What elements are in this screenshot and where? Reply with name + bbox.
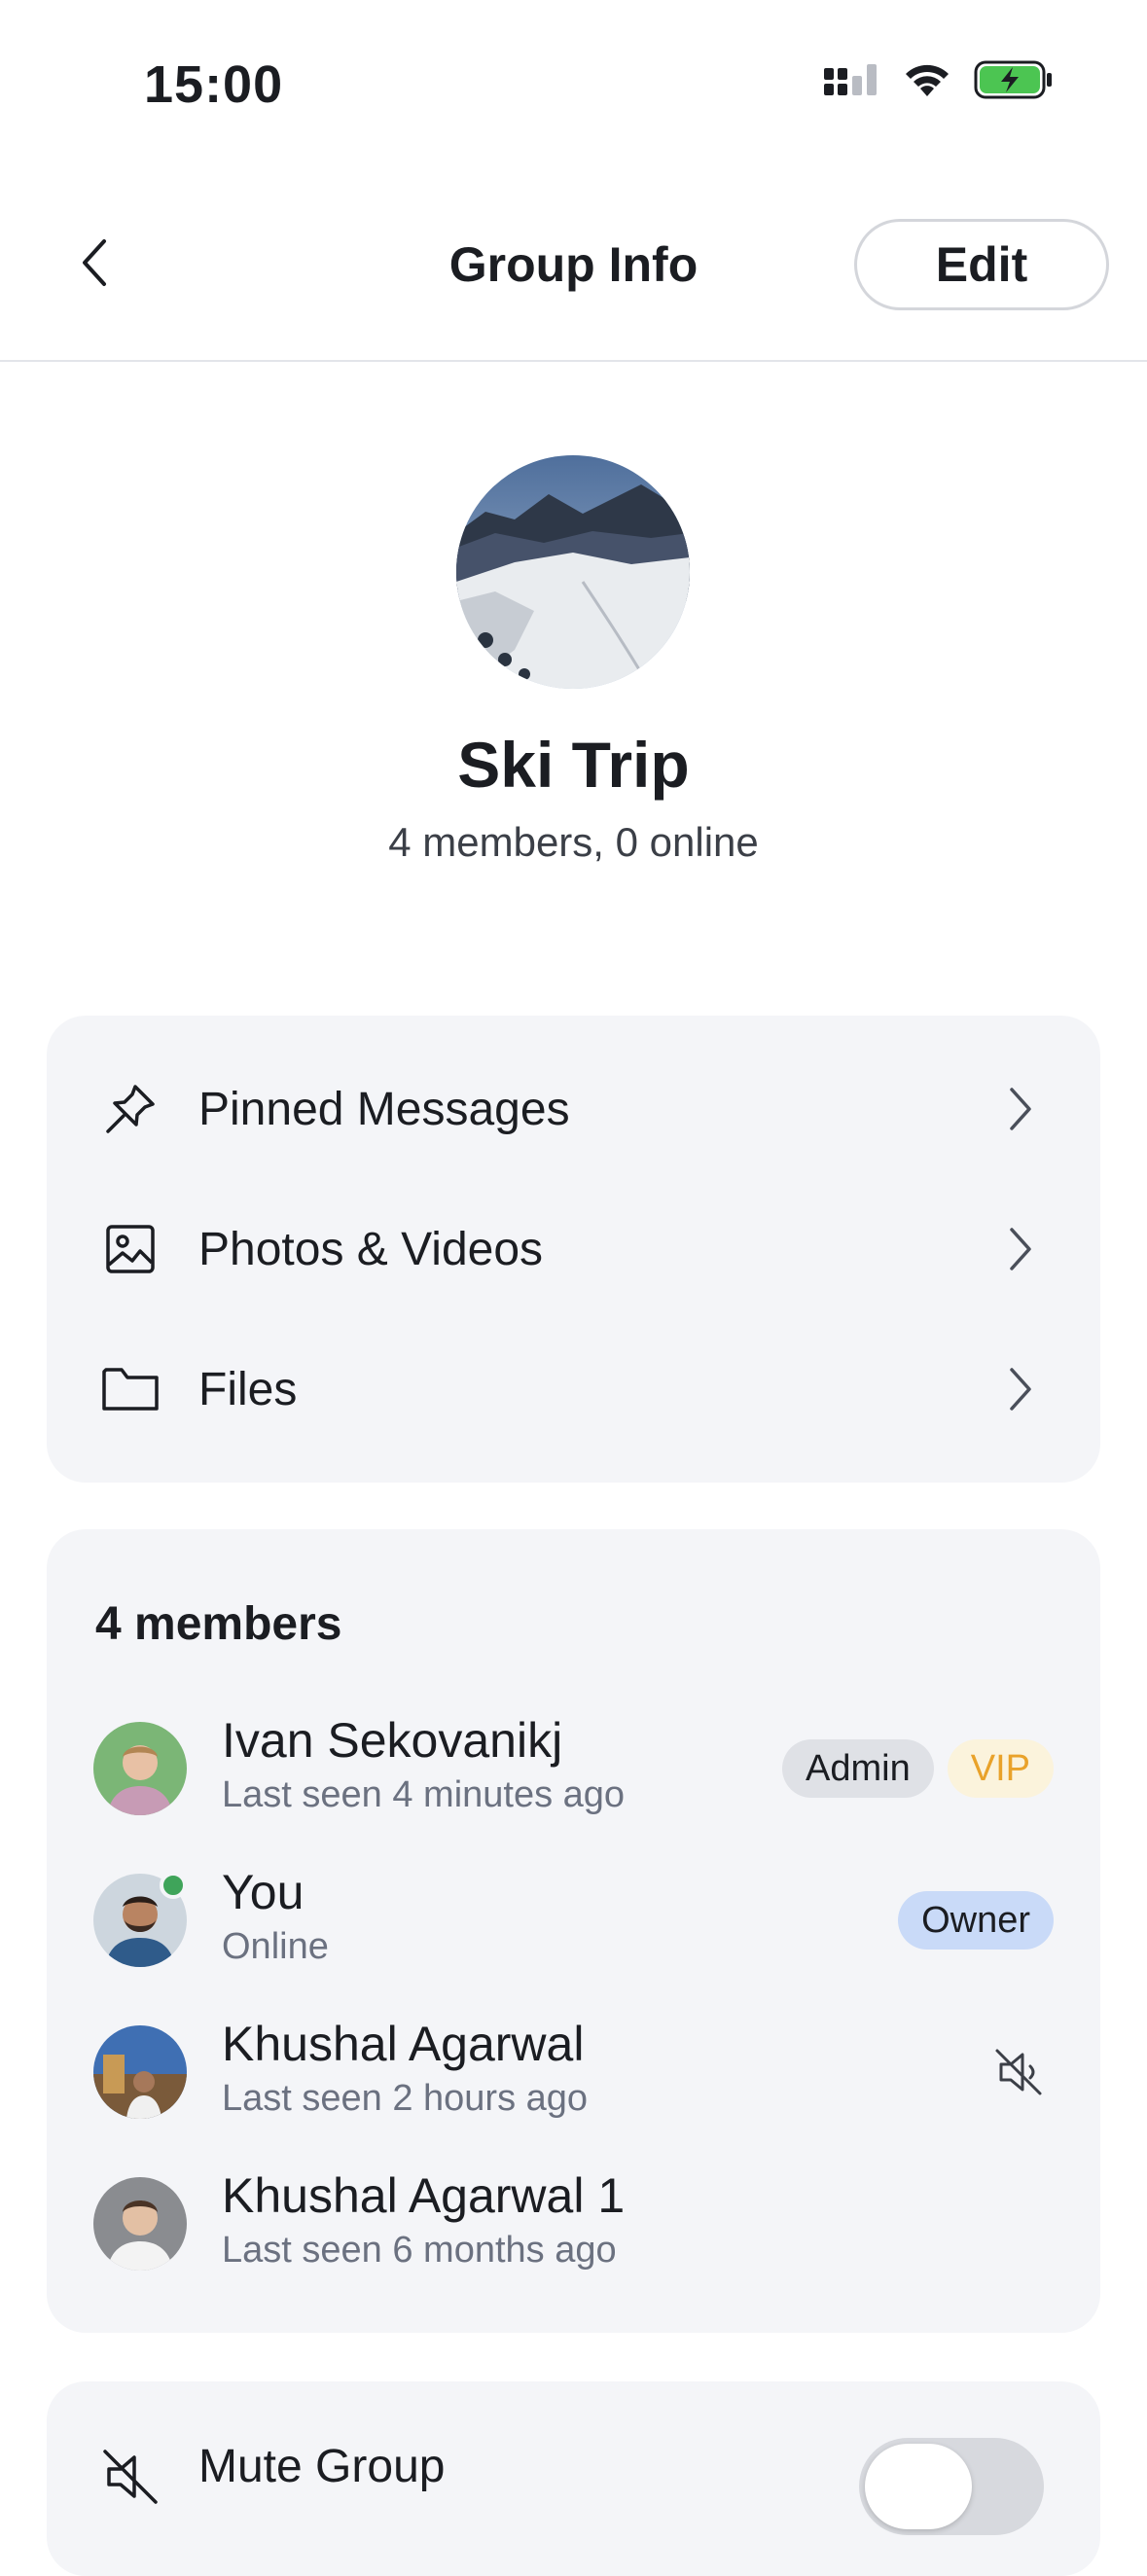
speaker-muted-icon	[103, 2450, 158, 2504]
mute-group-toggle[interactable]	[859, 2438, 1044, 2535]
toggle-knob	[865, 2444, 972, 2529]
online-indicator	[160, 1872, 187, 1899]
photos-videos-label: Photos & Videos	[198, 1223, 544, 1275]
member-row[interactable]: You Online Owner	[47, 1850, 1100, 2002]
member-name: Ivan Sekovanikj	[222, 1713, 563, 1768]
status-bar: 15:00	[0, 0, 1147, 170]
pinned-messages-label: Pinned Messages	[198, 1083, 570, 1135]
chevron-right-icon	[1001, 1365, 1040, 1413]
settings-card: Mute Group	[47, 2381, 1100, 2576]
member-name: You	[222, 1865, 305, 1919]
member-status: Last seen 4 minutes ago	[222, 1774, 626, 1815]
media-links-card: Pinned Messages Photos & Videos Files	[47, 1016, 1100, 1483]
admin-badge: Admin	[782, 1739, 934, 1798]
chevron-right-icon	[1001, 1085, 1040, 1133]
folder-icon	[99, 1358, 161, 1420]
mountain-photo	[456, 455, 690, 689]
avatar	[93, 1722, 187, 1815]
member-status: Online	[222, 1926, 329, 1967]
avatar	[93, 2177, 187, 2271]
image-icon	[99, 1218, 161, 1280]
nav-header: Group Info Edit	[0, 170, 1147, 362]
speaker-muted-icon	[995, 2049, 1042, 2095]
pin-icon	[99, 1078, 161, 1140]
member-row[interactable]: Ivan Sekovanikj Last seen 4 minutes ago …	[47, 1699, 1100, 1850]
member-name: Khushal Agarwal 1	[222, 2168, 626, 2223]
mute-group-label: Mute Group	[198, 2441, 446, 2492]
files-label: Files	[198, 1363, 298, 1415]
status-icons	[824, 60, 1054, 99]
member-row[interactable]: Khushal Agarwal Last seen 2 hours ago	[47, 2002, 1100, 2154]
photos-videos-row[interactable]: Photos & Videos	[47, 1179, 1100, 1319]
member-name: Khushal Agarwal	[222, 2017, 585, 2071]
owner-badge: Owner	[898, 1891, 1054, 1950]
members-heading: 4 members	[95, 1598, 342, 1650]
battery-charging-icon	[974, 60, 1052, 99]
cellular-signal-icon	[824, 64, 877, 95]
wifi-icon	[906, 64, 949, 96]
member-row[interactable]: Khushal Agarwal 1 Last seen 6 months ago	[47, 2154, 1100, 2306]
status-time: 15:00	[144, 55, 284, 114]
edit-button[interactable]: Edit	[854, 219, 1109, 310]
group-member-count: 4 members, 0 online	[388, 819, 759, 865]
group-name: Ski Trip	[457, 729, 690, 801]
pinned-messages-row[interactable]: Pinned Messages	[47, 1039, 1100, 1179]
member-badges: Admin VIP	[782, 1739, 1054, 1798]
member-status: Last seen 2 hours ago	[222, 2078, 589, 2119]
group-avatar[interactable]	[456, 455, 690, 689]
member-badges: Owner	[898, 1891, 1054, 1950]
chevron-right-icon	[1001, 1225, 1040, 1273]
files-row[interactable]: Files	[47, 1319, 1100, 1459]
vip-badge: VIP	[947, 1739, 1054, 1798]
members-card: 4 members Ivan Sekovanikj Last seen 4 mi…	[47, 1529, 1100, 2333]
avatar	[93, 2025, 187, 2119]
member-status: Last seen 6 months ago	[222, 2230, 617, 2271]
